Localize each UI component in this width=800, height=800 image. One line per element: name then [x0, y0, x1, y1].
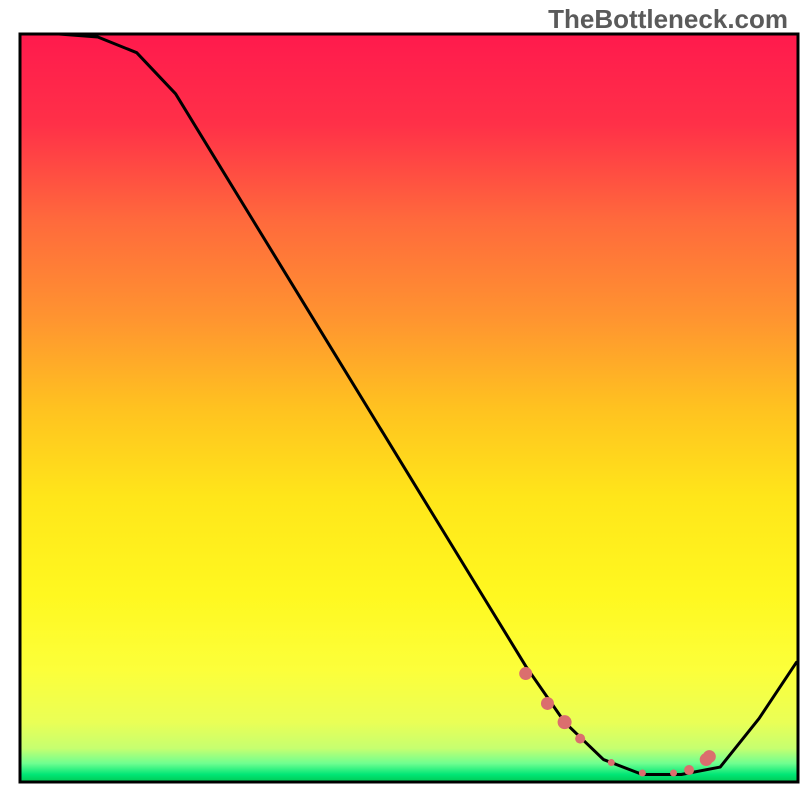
- gradient-background: [20, 34, 798, 782]
- bottleneck-chart: TheBottleneck.com: [0, 0, 800, 800]
- curve-marker: [684, 765, 694, 775]
- curve-marker: [670, 770, 677, 777]
- curve-marker: [703, 750, 716, 763]
- curve-marker: [519, 667, 532, 680]
- curve-marker: [558, 715, 572, 729]
- curve-marker: [541, 697, 554, 710]
- curve-marker: [639, 770, 646, 777]
- chart-svg: [0, 0, 800, 800]
- curve-marker: [608, 759, 615, 766]
- curve-marker: [575, 734, 585, 744]
- watermark-label: TheBottleneck.com: [548, 4, 788, 35]
